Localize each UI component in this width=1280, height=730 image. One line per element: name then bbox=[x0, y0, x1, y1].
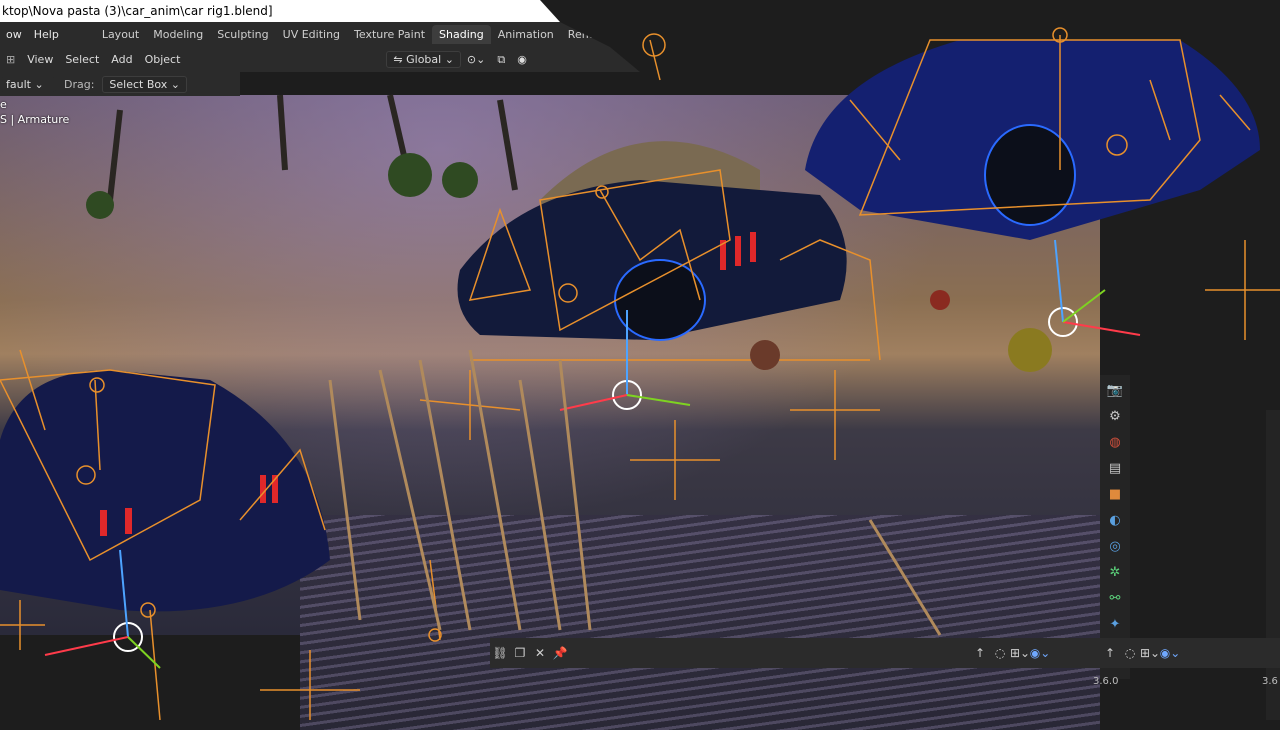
tab-sculpting[interactable]: Sculpting bbox=[210, 25, 275, 44]
menu-select[interactable]: Select bbox=[59, 53, 105, 66]
timeline-header: ⛓ ❐ ✕ 📌 ↑ ◌ ⊞⌄ ◉⌄ ↑ ◌ ⊞⌄ ◉⌄ bbox=[490, 638, 1280, 668]
link-icon[interactable]: ⛓ bbox=[490, 643, 510, 663]
tab-uv-editing[interactable]: UV Editing bbox=[276, 25, 347, 44]
car-right-wheel bbox=[984, 124, 1076, 226]
physics-icon[interactable]: ✲ bbox=[1105, 561, 1125, 583]
close-icon[interactable]: ✕ bbox=[530, 643, 550, 663]
tab-animation[interactable]: Animation bbox=[491, 25, 561, 44]
tab-texture-paint[interactable]: Texture Paint bbox=[347, 25, 432, 44]
tab-modeling[interactable]: Modeling bbox=[146, 25, 210, 44]
viewport-info-line2: S | Armature bbox=[0, 113, 70, 126]
right-panel-strip bbox=[1266, 410, 1280, 720]
orientation-icon: ⇋ bbox=[393, 53, 407, 66]
pivot-icon[interactable]: ⊙⌄ bbox=[461, 53, 491, 66]
menu-add[interactable]: Add bbox=[105, 53, 138, 66]
properties-tabs: 📷 ⚙ ◍ ▤ ■ ◐ ◎ ✲ ⚯ ✦ ▦ bbox=[1100, 375, 1130, 679]
copy-icon[interactable]: ❐ bbox=[510, 643, 530, 663]
modifier-icon[interactable]: ◐ bbox=[1105, 509, 1125, 531]
up-arrow-icon-2[interactable]: ↑ bbox=[1100, 643, 1120, 663]
reeds bbox=[328, 349, 942, 636]
drag-label: Drag: bbox=[64, 77, 95, 91]
proportional-edit-icon[interactable]: ◉ bbox=[511, 53, 533, 66]
viewport-header: ⊞ View Select Add Object ⇋ Global ⌄ ⊙⌄ ⧉… bbox=[0, 47, 640, 72]
collection-icon[interactable]: ▤ bbox=[1105, 457, 1125, 479]
pin-icon[interactable]: 📌 bbox=[550, 643, 570, 663]
window-title: ktop\Nova pasta (3)\car_anim\car rig1.bl… bbox=[2, 4, 273, 18]
drag-value: Select Box bbox=[109, 77, 168, 91]
window-title-bar: ktop\Nova pasta (3)\car_anim\car rig1.bl… bbox=[0, 0, 560, 22]
overlay-toggle-icon-2[interactable]: ◉⌄ bbox=[1160, 643, 1181, 663]
snap-toggle-icon[interactable]: ◌ bbox=[990, 643, 1010, 663]
tab-shading[interactable]: Shading bbox=[432, 25, 491, 44]
menu-object[interactable]: Object bbox=[139, 53, 187, 66]
preset-value: fault bbox=[6, 77, 31, 91]
menu-view[interactable]: View bbox=[21, 53, 59, 66]
tab-layout[interactable]: Layout bbox=[95, 25, 146, 44]
constraints-icon[interactable]: ⚯ bbox=[1105, 587, 1125, 609]
render-icon[interactable]: 📷 bbox=[1105, 379, 1125, 401]
drag-dropdown[interactable]: Select Box ⌄ bbox=[102, 75, 188, 93]
tool-settings-icon[interactable]: ⚙ bbox=[1105, 405, 1125, 427]
snap-settings-icon[interactable]: ⊞⌄ bbox=[1010, 643, 1030, 663]
version-label-right: 3.6 bbox=[1262, 676, 1278, 687]
object-icon[interactable]: ■ bbox=[1105, 483, 1125, 505]
menu-help[interactable]: Help bbox=[28, 28, 65, 41]
viewport-info: e S | Armature bbox=[0, 97, 69, 127]
snap-icon[interactable]: ⧉ bbox=[491, 53, 511, 67]
orientation-dropdown[interactable]: ⇋ Global ⌄ bbox=[386, 51, 461, 68]
editor-type-icon[interactable]: ⊞ bbox=[0, 53, 21, 66]
overlay-toggle-icon[interactable]: ◉⌄ bbox=[1030, 643, 1051, 663]
tool-header: fault ⌄ Drag: Select Box ⌄ bbox=[0, 72, 240, 96]
preset-dropdown[interactable]: fault ⌄ bbox=[0, 76, 56, 92]
menu-window[interactable]: ow bbox=[0, 28, 28, 41]
up-arrow-icon[interactable]: ↑ bbox=[970, 643, 990, 663]
viewport-info-line1: e bbox=[0, 98, 7, 111]
orientation-value: Global bbox=[406, 53, 442, 66]
transform-gizmo-right[interactable] bbox=[1048, 239, 1141, 337]
scene-overlay bbox=[0, 27, 1280, 720]
car-left bbox=[0, 370, 330, 612]
data-icon[interactable]: ✦ bbox=[1105, 613, 1125, 635]
particles-icon[interactable]: ◎ bbox=[1105, 535, 1125, 557]
snap-toggle-icon-2[interactable]: ◌ bbox=[1120, 643, 1140, 663]
snap-settings-icon-2[interactable]: ⊞⌄ bbox=[1140, 643, 1160, 663]
scene-icon[interactable]: ◍ bbox=[1105, 431, 1125, 453]
version-label: 3.6.0 bbox=[1093, 676, 1119, 687]
